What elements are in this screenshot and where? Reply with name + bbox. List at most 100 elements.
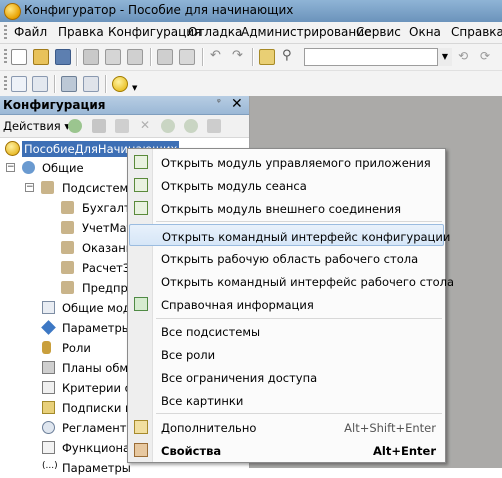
new-icon[interactable] (11, 49, 27, 65)
toolbar-separator (252, 48, 254, 66)
toolbar-separator (150, 48, 152, 66)
move-up-icon[interactable] (161, 119, 175, 133)
subsystem-icon (61, 281, 74, 294)
clock-icon (42, 421, 55, 434)
menu-service[interactable]: Сервис (356, 25, 401, 39)
menu-item-label: Открыть модуль сеанса (161, 179, 307, 193)
module-icon (134, 155, 148, 169)
menu-item-label: Открыть модуль внешнего соединения (161, 202, 402, 216)
context-menu: Открыть модуль управляемого приложения О… (127, 148, 454, 463)
configuration-toolbar: ▼ (0, 71, 502, 97)
menu-file[interactable]: Файл (14, 25, 47, 39)
menu-item-label: Все картинки (161, 394, 244, 408)
chevron-down-icon[interactable]: ▼ (132, 84, 137, 92)
menu-item-label: Все роли (161, 348, 216, 362)
menu-administration[interactable]: Администрирование (241, 25, 371, 39)
menu-all-subsystems[interactable]: Все подсистемы (129, 320, 444, 342)
panel-title: Конфигурация (3, 98, 106, 112)
menu-open-config-command-interface[interactable]: Открыть командный интерфейс конфигурации (129, 224, 450, 246)
open-folder-icon[interactable] (33, 49, 49, 65)
menu-grip[interactable] (4, 25, 7, 40)
menu-item-label: Открыть модуль управляемого приложения (161, 156, 431, 170)
common-icon (22, 161, 35, 174)
tree-item-label: РасчетЗ (82, 261, 131, 275)
filter-criteria-icon (42, 381, 55, 394)
cut-icon[interactable] (83, 49, 99, 65)
find-next-icon[interactable]: ⟲ (458, 49, 474, 65)
subsystem-icon (41, 181, 54, 194)
toolbar-separator (54, 75, 56, 93)
copy-icon[interactable] (115, 119, 129, 133)
redo-icon[interactable]: ↷ (232, 49, 248, 65)
menu-windows[interactable]: Окна (409, 25, 441, 39)
main-toolbar: ↶ ↷ ⚲ ▼ ⟲ ⟳ (0, 44, 502, 71)
pin-icon[interactable]: ᵠ (217, 98, 221, 108)
menu-help[interactable]: Справка (451, 25, 502, 39)
collapse-icon[interactable]: − (25, 183, 34, 192)
toolbar-grip[interactable] (4, 76, 7, 92)
add-icon[interactable] (68, 119, 82, 133)
find-previous-icon[interactable]: ⟳ (480, 49, 496, 65)
move-down-icon[interactable] (184, 119, 198, 133)
menu-all-roles[interactable]: Все роли (129, 343, 444, 365)
find-in-folder-icon[interactable] (259, 49, 275, 65)
app-logo-icon (4, 3, 21, 20)
subsystem-icon (61, 201, 74, 214)
menu-bar: Файл Правка Конфигурация Отладка Админис… (0, 22, 502, 44)
subsystem-icon (61, 261, 74, 274)
print-icon[interactable] (157, 49, 173, 65)
menu-properties[interactable]: Свойства Alt+Enter (129, 439, 444, 461)
tree-item-label: Оказани (82, 241, 134, 255)
title-bar: Конфигуратор - Пособие для начинающих (0, 0, 502, 23)
menu-separator (156, 318, 442, 319)
document-icon[interactable] (11, 76, 27, 92)
tree-item-label: Параметры (62, 321, 131, 335)
functional-option-icon (42, 441, 55, 454)
menu-help-info[interactable]: Справочная информация (129, 293, 444, 315)
sort-icon[interactable] (207, 119, 221, 133)
form-icon[interactable] (83, 76, 99, 92)
menu-more[interactable]: Дополнительно Alt+Shift+Enter (129, 416, 444, 438)
paste-icon[interactable] (127, 49, 143, 65)
window-title: Конфигуратор - Пособие для начинающих (24, 3, 294, 17)
collapse-icon[interactable]: − (6, 163, 15, 172)
common-module-icon (42, 301, 55, 314)
menu-open-desktop-work-area[interactable]: Открыть рабочую область рабочего стола (129, 247, 444, 269)
menu-separator (156, 413, 442, 414)
run-debug-icon[interactable] (112, 76, 128, 92)
database-icon[interactable] (61, 76, 77, 92)
menu-all-access-restrictions[interactable]: Все ограничения доступа (129, 366, 444, 388)
subscription-icon (42, 401, 55, 414)
search-input[interactable] (304, 48, 452, 66)
menu-item-label: Все подсистемы (161, 325, 261, 339)
toolbar-grip[interactable] (4, 49, 7, 65)
edit-icon[interactable] (92, 119, 106, 133)
actions-menu-button[interactable]: Действия ▾ (3, 119, 70, 133)
undo-icon[interactable]: ↶ (210, 49, 226, 65)
tree-item-label: Подсистемы (62, 181, 138, 195)
tree-item-label: Регламентн (62, 421, 134, 435)
menu-edit[interactable]: Правка (58, 25, 104, 39)
menu-open-external-connection-module[interactable]: Открыть модуль внешнего соединения (129, 197, 444, 219)
search-icon[interactable]: ⚲ (282, 49, 298, 65)
more-icon (134, 420, 148, 434)
syntax-check-icon[interactable] (32, 76, 48, 92)
print-preview-icon[interactable] (179, 49, 195, 65)
close-icon[interactable]: ✕ (231, 96, 243, 112)
menu-open-managed-app-module[interactable]: Открыть модуль управляемого приложения (129, 151, 444, 173)
copy-icon[interactable] (105, 49, 121, 65)
help-info-icon (134, 297, 148, 311)
menu-open-session-module[interactable]: Открыть модуль сеанса (129, 174, 444, 196)
role-key-icon (42, 341, 51, 354)
delete-icon[interactable]: ✕ (138, 119, 152, 133)
menu-all-pictures[interactable]: Все картинки (129, 389, 444, 411)
save-icon[interactable] (55, 49, 71, 65)
toolbar-separator (76, 48, 78, 66)
menu-item-label: Справочная информация (161, 298, 314, 312)
menu-open-desktop-command-interface[interactable]: Открыть командный интерфейс рабочего сто… (129, 270, 454, 292)
menu-debug[interactable]: Отладка (188, 25, 242, 39)
menu-item-label: Открыть командный интерфейс конфигурации (162, 230, 451, 244)
properties-icon (134, 443, 148, 457)
menu-item-shortcut: Alt+Enter (373, 444, 436, 458)
search-dropdown-icon[interactable]: ▼ (437, 48, 452, 66)
